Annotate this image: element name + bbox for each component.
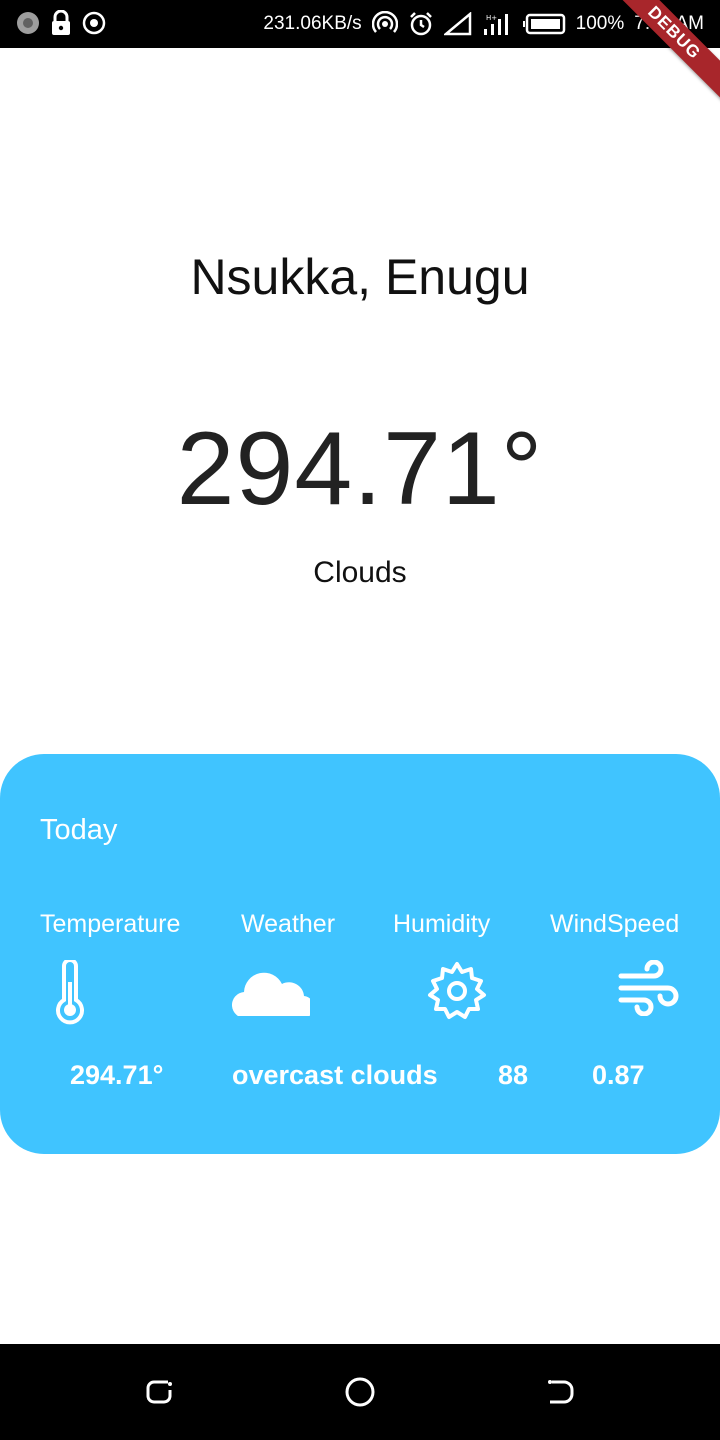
home-icon[interactable] bbox=[344, 1376, 376, 1408]
current-temperature: 294.71° bbox=[176, 411, 544, 527]
hotspot-icon bbox=[371, 11, 398, 33]
thermometer-icon bbox=[56, 960, 84, 1025]
lock-icon bbox=[52, 10, 70, 35]
navigation-bar bbox=[0, 1344, 720, 1440]
temperature-value: 294.71° bbox=[70, 1060, 164, 1090]
humidity-value: 88 bbox=[498, 1060, 529, 1090]
alarm-icon bbox=[409, 12, 432, 36]
today-card: Today Temperature Weather Humidity WindS… bbox=[0, 754, 720, 1154]
svg-text:H+: H+ bbox=[486, 14, 497, 22]
temperature-label: Temperature bbox=[40, 910, 181, 938]
battery-icon bbox=[522, 13, 565, 35]
current-condition: Clouds bbox=[313, 556, 407, 589]
signal-empty-icon bbox=[443, 12, 471, 36]
recent-apps-icon[interactable] bbox=[144, 1376, 176, 1408]
app-screen: 231.06KB/s H+ 100% DEBUG Nsukka, Enugu 2… bbox=[0, 0, 720, 1440]
battery-percent: 100% bbox=[575, 13, 625, 34]
back-icon[interactable] bbox=[544, 1376, 576, 1408]
windspeed-value: 0.87 bbox=[592, 1060, 645, 1090]
target-icon bbox=[82, 11, 106, 35]
weather-label: Weather bbox=[241, 910, 336, 938]
location-title: Nsukka, Enugu bbox=[190, 249, 530, 305]
pinwheel-icon bbox=[17, 12, 39, 34]
network-speed: 231.06KB/s bbox=[263, 13, 362, 34]
cloud-icon bbox=[232, 972, 310, 1016]
windspeed-label: WindSpeed bbox=[550, 910, 680, 938]
humidity-label: Humidity bbox=[393, 910, 491, 938]
wind-icon bbox=[618, 960, 679, 1016]
status-left-icons bbox=[16, 10, 106, 36]
gear-icon bbox=[428, 962, 486, 1019]
signal-bars-icon: H+ bbox=[483, 14, 508, 35]
weather-value: overcast clouds bbox=[232, 1060, 438, 1090]
today-title: Today bbox=[40, 814, 118, 846]
status-bar: 231.06KB/s H+ 100% bbox=[0, 0, 720, 48]
